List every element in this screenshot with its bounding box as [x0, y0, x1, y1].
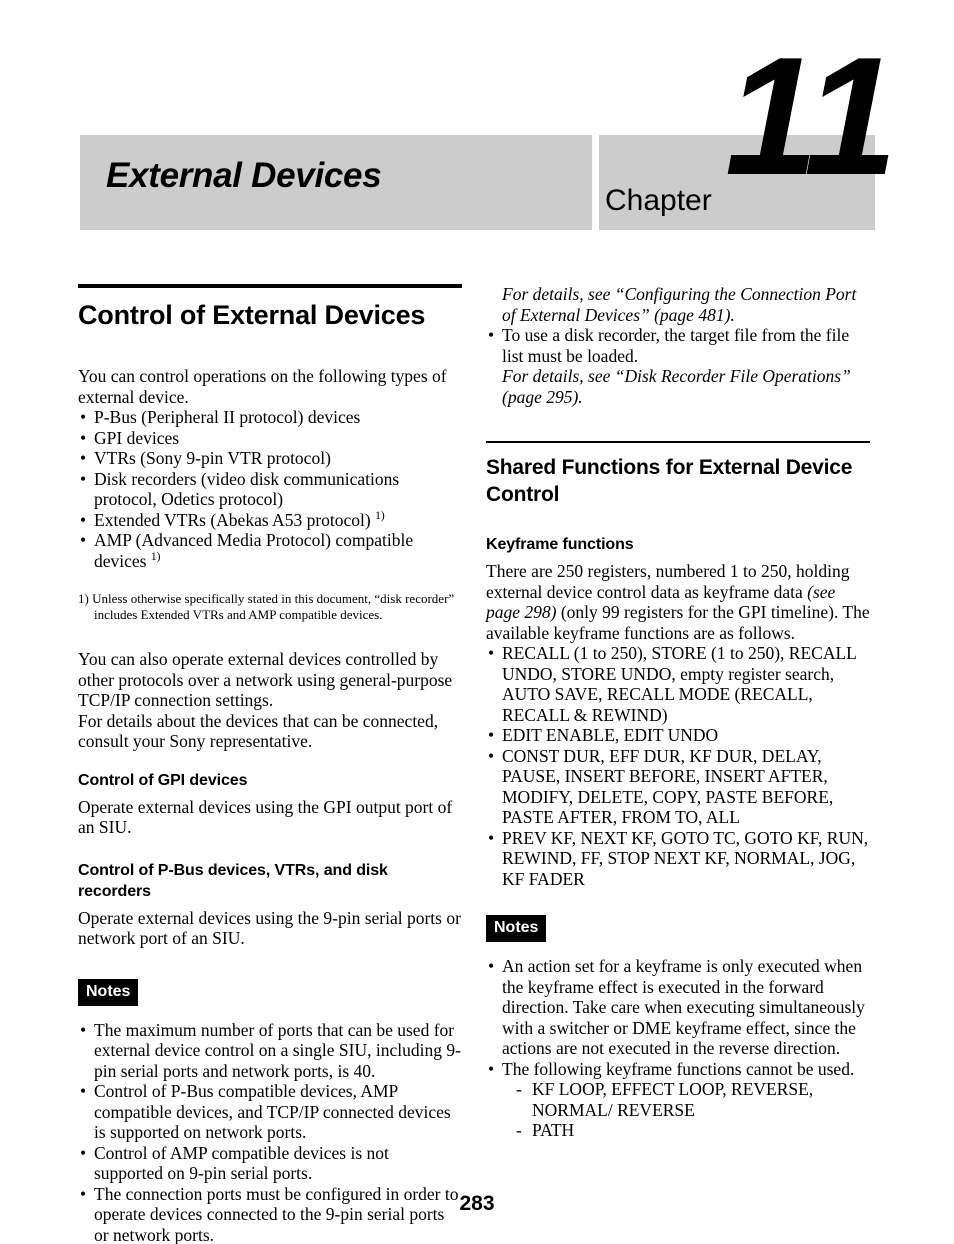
- chapter-word-label: Chapter: [605, 184, 712, 217]
- notes-badge: Notes: [78, 978, 139, 1006]
- page-title: Control of External Devices: [78, 300, 426, 330]
- list-item-label: The maximum number of ports that can be …: [94, 1019, 461, 1081]
- list-item-label: Disk recorders (video disk communication…: [94, 468, 400, 510]
- list-item-label: AMP (Advanced Media Protocol) compatible…: [94, 530, 414, 571]
- list-item-label: An action set for a keyframe is only exe…: [502, 956, 865, 1058]
- list-item-label: Control of AMP compatible devices is not…: [94, 1142, 389, 1184]
- list-item: PATH: [514, 1120, 870, 1141]
- list-item-label: KF LOOP, EFFECT LOOP, REVERSE, NORMAL/ R…: [532, 1079, 814, 1120]
- chapter-header: External Devices Chapter 11: [80, 32, 897, 230]
- cross-reference: For details, see “Configuring the Connec…: [502, 284, 857, 325]
- continued-notes-list: For details, see “Configuring the Connec…: [486, 284, 870, 407]
- list-item-label: Control of P-Bus compatible devices, AMP…: [94, 1081, 451, 1142]
- list-item-label: PATH: [532, 1120, 575, 1140]
- page-number: 283: [459, 1192, 495, 1215]
- section-rule-thick: [78, 284, 462, 288]
- keyframe-intro: There are 250 registers, numbered 1 to 2…: [486, 561, 870, 643]
- notes-badge: Notes: [486, 915, 547, 942]
- list-item: KF LOOP, EFFECT LOOP, REVERSE, NORMAL/ R…: [514, 1079, 870, 1120]
- pbus-body: Operate external devices using the 9-pin…: [78, 907, 461, 949]
- chapter-title: External Devices: [106, 156, 382, 195]
- list-item: Extended VTRs (Abekas A53 protocol) 1): [78, 510, 462, 531]
- list-item: PREV KF, NEXT KF, GOTO TC, GOTO KF, RUN,…: [486, 828, 870, 890]
- footnote-marker: 1): [150, 550, 161, 563]
- list-item-label: P-Bus (Peripheral II protocol) devices: [94, 407, 361, 427]
- list-item-label: CONST DUR, EFF DUR, KF DUR, DELAY, PAUSE…: [502, 745, 834, 828]
- right-notes-list: An action set for a keyframe is only exe…: [486, 956, 870, 1079]
- keyframe-functions-heading: Keyframe functions: [486, 536, 634, 553]
- keyframe-intro-part1: There are 250 registers, numbered 1 to 2…: [486, 561, 850, 602]
- list-item: VTRs (Sony 9-pin VTR protocol): [78, 448, 462, 469]
- right-column: For details, see “Configuring the Connec…: [486, 284, 870, 1141]
- list-item: CONST DUR, EFF DUR, KF DUR, DELAY, PAUSE…: [486, 746, 870, 828]
- keyframe-functions-list: RECALL (1 to 250), STORE (1 to 250), REC…: [486, 643, 870, 889]
- pbus-heading: Control of P-Bus devices, VTRs, and disk…: [78, 861, 388, 900]
- list-item-label: RECALL (1 to 250), STORE (1 to 250), REC…: [502, 643, 857, 725]
- left-column: Control of External Devices You can cont…: [78, 284, 462, 1244]
- section-rule-thin: [486, 441, 870, 443]
- list-item: To use a disk recorder, the target file …: [486, 325, 870, 407]
- list-item-label: EDIT ENABLE, EDIT UNDO: [502, 725, 719, 745]
- cannot-use-list: KF LOOP, EFFECT LOOP, REVERSE, NORMAL/ R…: [486, 1079, 870, 1141]
- list-item-label: GPI devices: [94, 427, 180, 448]
- list-item: For details, see “Configuring the Connec…: [486, 284, 870, 325]
- list-item-label: To use a disk recorder, the target file …: [502, 325, 850, 366]
- list-item: The maximum number of ports that can be …: [78, 1020, 462, 1082]
- document-page: External Devices Chapter 11 Control of E…: [0, 0, 954, 1244]
- footnote-text: 1) Unless otherwise specifically stated …: [78, 591, 455, 622]
- cross-reference: For details, see “Disk Recorder File Ope…: [502, 366, 851, 407]
- footnote-marker: 1): [375, 509, 385, 522]
- list-item-label: VTRs (Sony 9-pin VTR protocol): [94, 448, 331, 468]
- gpi-heading: Control of GPI devices: [78, 771, 248, 789]
- list-item: An action set for a keyframe is only exe…: [486, 956, 870, 1059]
- network-paragraph: You can also operate external devices co…: [78, 649, 453, 710]
- shared-functions-heading: Shared Functions for External Device Con…: [486, 456, 853, 506]
- list-item-label: Extended VTRs (Abekas A53 protocol): [94, 509, 371, 530]
- chapter-number: 11: [725, 22, 897, 210]
- list-item: GPI devices: [78, 428, 462, 449]
- intro-paragraph: You can control operations on the follow…: [78, 366, 447, 407]
- list-item-label: PREV KF, NEXT KF, GOTO TC, GOTO KF, RUN,…: [502, 827, 869, 889]
- list-item: Control of P-Bus compatible devices, AMP…: [78, 1081, 462, 1143]
- list-item: Control of AMP compatible devices is not…: [78, 1143, 462, 1184]
- list-item: EDIT ENABLE, EDIT UNDO: [486, 725, 870, 746]
- list-item: AMP (Advanced Media Protocol) compatible…: [78, 530, 462, 571]
- list-item: P-Bus (Peripheral II protocol) devices: [78, 407, 462, 428]
- list-item-label: The following keyframe functions cannot …: [502, 1058, 855, 1079]
- list-item: The following keyframe functions cannot …: [486, 1059, 870, 1080]
- gpi-body: Operate external devices using the GPI o…: [78, 796, 453, 838]
- device-type-list: P-Bus (Peripheral II protocol) devices G…: [78, 407, 462, 571]
- list-item: RECALL (1 to 250), STORE (1 to 250), REC…: [486, 643, 870, 725]
- list-item: Disk recorders (video disk communication…: [78, 469, 462, 510]
- consult-paragraph: For details about the devices that can b…: [78, 710, 439, 752]
